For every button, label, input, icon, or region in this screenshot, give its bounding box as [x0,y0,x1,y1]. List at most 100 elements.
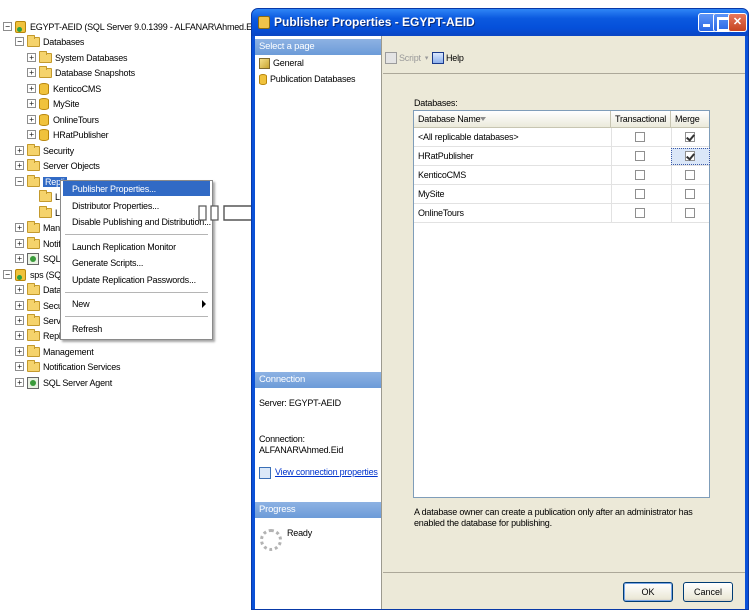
expand-icon[interactable]: + [27,130,36,139]
tree-node-notification-services[interactable]: + Notifi [15,236,63,251]
tree-node-sql-server-agent[interactable]: + SQL Server Agent [15,375,112,390]
expand-icon[interactable]: + [15,378,24,387]
merge-checkbox[interactable] [685,189,695,199]
column-header-database-name[interactable]: Database Name [414,111,611,128]
help-icon [432,52,444,64]
column-header-merge[interactable]: Merge [671,111,711,128]
expand-icon[interactable]: + [15,239,24,248]
collapse-icon[interactable]: − [3,270,12,279]
close-button[interactable]: ✕ [728,13,747,32]
expand-icon[interactable]: + [15,161,24,170]
button-area-divider [383,572,745,573]
tree-node-server-objects[interactable]: + Serve [15,313,66,328]
merge-checkbox[interactable] [685,151,695,161]
tree-node-database[interactable]: + KenticoCMS [27,81,101,96]
transactional-checkbox[interactable] [635,208,645,218]
merge-checkbox[interactable] [685,208,695,218]
tree-node-database[interactable]: + MySite [27,96,80,111]
databases-label: Databases: [414,98,458,108]
tree-node-databases[interactable]: − Databases [15,34,84,49]
tree-node-replication[interactable]: − Repli [15,174,67,189]
menu-item-launch-replication-monitor[interactable]: Launch Replication Monitor [63,239,210,254]
select-page-header: Select a page [255,39,381,55]
menu-item-publisher-properties[interactable]: Publisher Properties... [63,181,210,196]
ok-button[interactable]: OK [623,582,673,602]
tree-node-security[interactable]: + Security [15,143,74,158]
help-button[interactable]: Help [432,52,464,64]
tree-node-database[interactable]: + OnlineTours [27,112,99,127]
tree-node-server-objects[interactable]: + Server Objects [15,158,100,173]
merge-checkbox[interactable] [685,132,695,142]
collapse-icon[interactable]: − [15,177,24,186]
table-row[interactable]: OnlineTours [414,204,709,223]
expand-icon[interactable]: + [15,285,24,294]
expand-icon[interactable]: + [15,301,24,310]
collapse-icon[interactable]: − [3,22,12,31]
expand-icon[interactable]: + [27,84,36,93]
transactional-checkbox[interactable] [635,132,645,142]
transactional-checkbox[interactable] [635,189,645,199]
sort-arrow-icon [480,117,486,121]
tree-node-database-snapshots[interactable]: + Database Snapshots [27,65,135,80]
connection-properties-icon [259,467,271,479]
menu-separator [65,234,208,235]
expand-icon[interactable]: + [27,115,36,124]
folder-icon [39,65,52,78]
connection-value: ALFANAR\Ahmed.Eid [259,445,344,455]
menu-item-disable-publishing[interactable]: Disable Publishing and Distribution... [63,214,211,229]
transactional-checkbox[interactable] [635,170,645,180]
general-page-icon [259,57,270,69]
expand-icon[interactable]: + [15,223,24,232]
page-publication-databases[interactable]: Publication Databases [259,72,356,86]
sql-agent-icon [27,376,39,389]
tree-node-database[interactable]: + HRatPublisher [27,127,109,142]
menu-item-refresh[interactable]: Refresh [63,321,210,336]
tree-node-label: Security [43,145,74,156]
tree-node-local-subscriptions[interactable]: L [27,205,60,220]
script-button[interactable]: Script ▾ [385,52,428,64]
table-row[interactable]: MySite [414,185,709,204]
tree-node-server-sps[interactable]: − sps (SQL [3,267,66,282]
menu-item-update-passwords[interactable]: Update Replication Passwords... [63,272,210,287]
server-icon [15,268,26,281]
tree-node-security[interactable]: + Secur [15,298,66,313]
table-row[interactable]: KenticoCMS [414,166,709,185]
table-row[interactable]: <All replicable databases> [414,128,709,147]
tree-node-management[interactable]: + Management [15,344,94,359]
expand-icon[interactable]: + [27,68,36,77]
tree-node-databases[interactable]: + Datal [15,282,63,297]
folder-icon [27,359,40,372]
page-selector-pane: Select a page General Publication Databa… [255,36,382,609]
title-bar[interactable]: Publisher Properties - EGYPT-AEID ✕ [252,9,748,36]
tree-node-server-egypt-aeid[interactable]: − EGYPT-AEID (SQL Server 9.0.1399 - ALFA… [3,19,262,34]
column-header-transactional[interactable]: Transactional [611,111,671,128]
expand-icon[interactable]: + [15,254,24,263]
expand-icon[interactable]: + [15,347,24,356]
collapse-icon[interactable]: − [15,37,24,46]
transactional-checkbox[interactable] [635,151,645,161]
publishing-note: A database owner can create a publicatio… [414,507,693,528]
expand-icon[interactable]: + [27,53,36,62]
folder-icon [27,236,40,249]
page-general[interactable]: General [259,56,304,70]
page-label: General [273,58,304,68]
expand-icon[interactable]: + [15,331,24,340]
expand-icon[interactable]: + [27,99,36,108]
tree-node-label: Management [43,346,94,357]
tree-node-notification-services[interactable]: + Notification Services [15,359,121,374]
tree-node-local-publications[interactable]: L [27,189,60,204]
table-row[interactable]: HRatPublisher [414,147,710,166]
tree-node-management[interactable]: + Mana [15,220,65,235]
expand-icon[interactable]: + [15,362,24,371]
tree-node-system-databases[interactable]: + System Databases [27,50,128,65]
cancel-button[interactable]: Cancel [683,582,733,602]
view-connection-properties-link[interactable]: View connection properties [275,467,378,477]
folder-icon [27,34,40,47]
expand-icon[interactable]: + [15,146,24,155]
expand-icon[interactable]: + [15,316,24,325]
database-name-cell: KenticoCMS [418,170,467,180]
menu-item-distributor-properties[interactable]: Distributor Properties... [63,198,210,213]
merge-checkbox[interactable] [685,170,695,180]
menu-item-new[interactable]: New [63,296,210,311]
menu-item-generate-scripts[interactable]: Generate Scripts... [63,255,210,270]
